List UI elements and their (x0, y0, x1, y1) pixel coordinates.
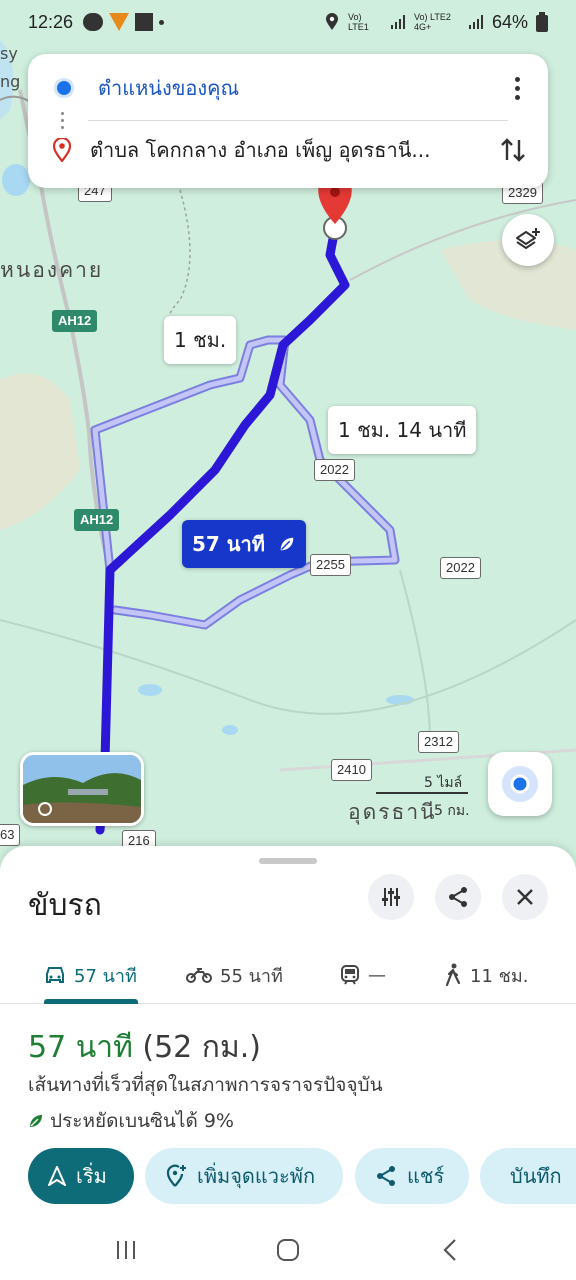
close-button[interactable] (502, 874, 548, 920)
road-shield-2312: 2312 (418, 731, 459, 753)
system-navigation-bar (0, 1220, 576, 1280)
line-app-icon (83, 13, 104, 31)
sim1-label: Vo) LTE1 (347, 12, 369, 32)
travel-mode-tabs: 57 นาที 55 นาที — 11 ชม. (0, 946, 576, 1004)
route-summary: 57 นาที (52 กม.) (28, 1024, 261, 1071)
status-right: Vo) LTE1 Vo) LTE2 4G+ 64% (324, 12, 548, 33)
route-duration: 57 นาที (28, 1030, 133, 1065)
road-shield-2255: 2255 (310, 554, 351, 576)
tab-motorcycle-label: 55 นาที (220, 965, 283, 987)
road-shield-2410: 2410 (331, 759, 372, 781)
motorcycle-icon (186, 968, 212, 983)
status-time: 12:26 (28, 11, 74, 32)
my-location-icon (502, 766, 538, 802)
add-stop-button[interactable]: เพิ่มจุดแวะพัก (145, 1148, 343, 1204)
route-distance: (52 กม.) (142, 1030, 261, 1065)
shopping-app-icon (109, 13, 130, 31)
home-icon (277, 1239, 299, 1261)
swap-icon[interactable] (500, 136, 526, 164)
place-label-edge: ng (0, 72, 21, 91)
walk-icon (445, 963, 461, 987)
share-route-button[interactable] (435, 874, 481, 920)
tab-drive[interactable]: 57 นาที (44, 946, 137, 1004)
battery-percent: 64% (491, 11, 528, 32)
alt-route-time-bubble[interactable]: 1 ชม. (164, 316, 237, 364)
more-options-icon[interactable] (515, 76, 520, 100)
add-stop-label: เพิ่มจุดแวะพัก (197, 1164, 316, 1188)
place-label-edge: sy (0, 44, 18, 63)
active-tab-indicator (44, 999, 138, 1004)
share-icon (449, 887, 467, 907)
share-button[interactable]: แชร์ (355, 1148, 469, 1204)
battery-icon (536, 12, 548, 32)
tab-drive-label: 57 นาที (74, 965, 137, 987)
place-label-udon: อุดรธานี (348, 800, 437, 824)
destination-field[interactable]: ตำบล โคกกลาง อำเภอ เพ็ญ อุดรธานี... (28, 120, 548, 180)
close-icon (517, 889, 533, 905)
directions-card: ตำแหน่งของคุณ ตำบล โคกกลาง อำเภอ เพ็ญ อุ… (28, 54, 548, 188)
primary-route-time: 57 นาที (192, 532, 265, 556)
sheet-title: ขับรถ (28, 888, 102, 923)
tab-walk[interactable]: 11 ชม. (444, 946, 528, 1004)
road-shield-ah12: AH12 (52, 310, 98, 332)
scale-bar (376, 792, 468, 794)
destination-pin-icon (52, 138, 72, 162)
more-notifications-icon (159, 19, 165, 25)
eco-leaf-icon (30, 1115, 42, 1127)
road-shield-ah12: AH12 (74, 509, 120, 531)
route-description: เส้นทางที่เร็วที่สุดในสภาพการจราจรปัจจุบ… (28, 1074, 383, 1096)
back-icon (443, 1239, 456, 1261)
origin-dot-icon (54, 78, 74, 98)
recent-apps-icon (117, 1241, 135, 1259)
road-shield-2022: 2022 (314, 459, 355, 481)
my-location-button[interactable] (488, 752, 552, 816)
layers-icon (516, 228, 540, 249)
origin-text: ตำแหน่งของคุณ (98, 76, 240, 100)
status-bar: 12:26 Vo) LTE1 Vo) LTE2 4G+ 64% (0, 0, 576, 44)
sheet-drag-handle[interactable] (259, 858, 317, 864)
sliders-icon (382, 888, 400, 906)
destination-text: ตำบล โคกกลาง อำเภอ เพ็ญ อุดรธานี... (90, 138, 431, 162)
place-label-nong-khai: หนองคาย (0, 258, 104, 282)
tab-transit-label: — (368, 964, 386, 986)
tab-motorcycle[interactable]: 55 นาที (186, 946, 283, 1004)
origin-field[interactable]: ตำแหน่งของคุณ (28, 58, 548, 118)
add-stop-pin-icon (166, 1164, 186, 1187)
road-shield-2022: 2022 (440, 557, 481, 579)
signal-icon (468, 15, 483, 29)
start-navigation-button[interactable]: เริ่ม (28, 1148, 134, 1204)
fuel-savings: ประหยัดเบนซินได้ 9% (28, 1106, 234, 1136)
road-shield-63: 63 (0, 824, 21, 846)
location-icon (325, 13, 338, 30)
recent-apps-button[interactable] (96, 1232, 156, 1268)
street-view-thumbnail[interactable] (20, 752, 144, 826)
save-button[interactable]: บันทึก (480, 1148, 576, 1204)
directions-sheet: ขับรถ 57 นาที 55 นาที — 11 ชม. 57 นาที (… (0, 846, 576, 1220)
navigation-arrow-icon (48, 1166, 66, 1186)
route-options-button[interactable] (368, 874, 414, 920)
save-label: บันทึก (510, 1164, 562, 1188)
scale-km: 5 กม. (434, 803, 470, 819)
share-icon (377, 1166, 395, 1186)
eco-leaf-icon (280, 537, 294, 551)
share-label: แชร์ (407, 1164, 445, 1188)
street-view-image (23, 755, 141, 823)
tab-walk-label: 11 ชม. (470, 965, 529, 987)
notification-icons (83, 13, 165, 31)
scale-miles: 5 ไมล์ (424, 775, 463, 791)
signal-icon (390, 15, 405, 29)
layers-button[interactable] (502, 214, 554, 266)
alt-route-time-bubble[interactable]: 1 ชม. 14 นาที (328, 406, 477, 454)
start-label: เริ่ม (76, 1164, 107, 1188)
fuel-savings-text: ประหยัดเบนซินได้ 9% (50, 1110, 234, 1132)
primary-route-time-bubble[interactable]: 57 นาที (182, 520, 306, 568)
car-icon (46, 967, 64, 983)
home-button[interactable] (258, 1232, 318, 1268)
tab-transit[interactable]: — (340, 946, 386, 1004)
store-app-icon (135, 13, 154, 31)
sim2-label: Vo) LTE2 4G+ (413, 12, 451, 32)
train-icon (341, 965, 359, 985)
back-button[interactable] (420, 1232, 480, 1268)
